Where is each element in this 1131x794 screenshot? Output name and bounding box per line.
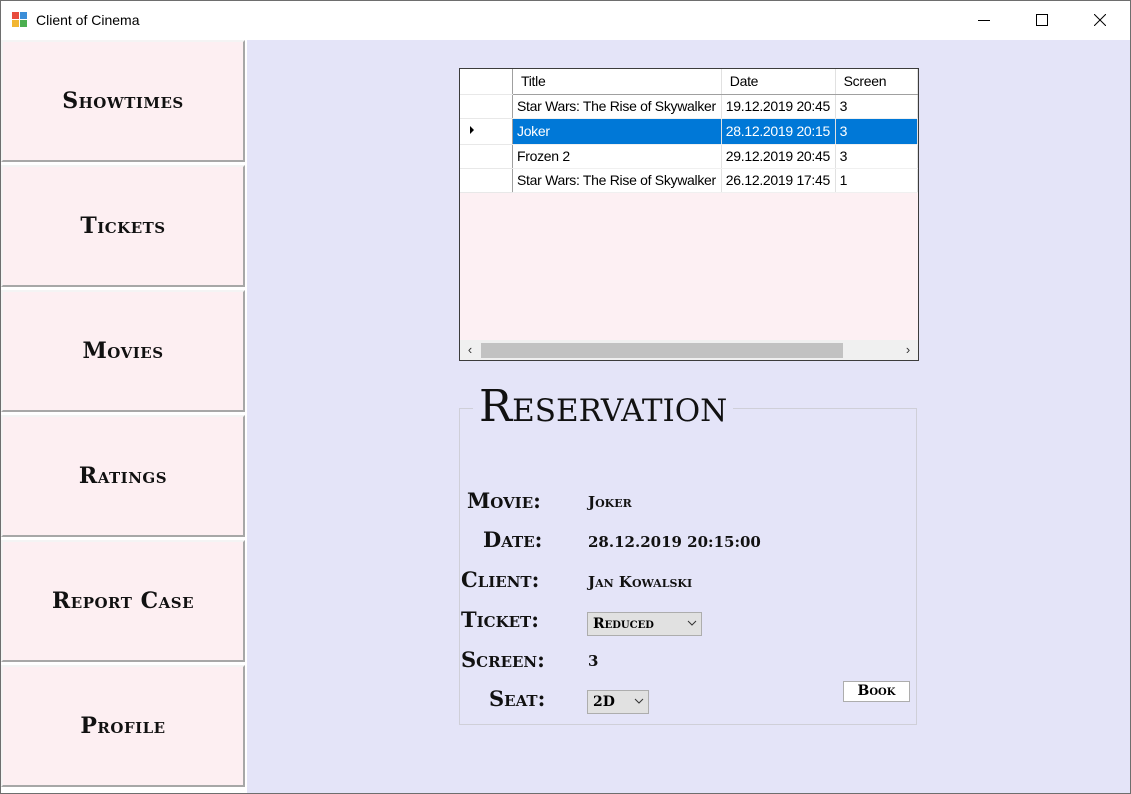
window-title: Client of Cinema <box>36 12 140 28</box>
book-button[interactable]: Book <box>843 681 910 702</box>
seat-select[interactable]: 2D <box>587 690 649 714</box>
maximize-button[interactable] <box>1013 1 1071 40</box>
client-value: Jan Kowalski <box>588 573 693 591</box>
table-row[interactable]: Star Wars: The Rise of Skywalker 19.12.2… <box>460 94 918 119</box>
ticket-type-selected: Reduced <box>593 616 654 632</box>
movie-label: Movie: <box>467 488 541 513</box>
client-label: Client: <box>461 567 540 592</box>
row-header[interactable] <box>460 118 513 145</box>
showtimes-grid[interactable]: Title Date Screen Star Wars: The Rise of… <box>459 68 919 361</box>
table-row[interactable]: Star Wars: The Rise of Skywalker 26.12.2… <box>460 168 918 193</box>
tickets-button[interactable]: Tickets <box>1 165 245 287</box>
chevron-down-icon <box>687 620 697 626</box>
cell-title[interactable]: Star Wars: The Rise of Skywalker <box>512 94 722 119</box>
cell-screen[interactable]: 3 <box>835 94 918 119</box>
maximize-icon <box>1036 14 1048 26</box>
seat-label: Seat: <box>489 686 546 711</box>
row-header[interactable] <box>460 168 513 193</box>
grid-header-row: Title Date Screen <box>460 69 918 95</box>
movies-button[interactable]: Movies <box>1 290 245 412</box>
row-header[interactable] <box>460 144 513 169</box>
close-icon <box>1094 14 1106 26</box>
cell-date[interactable]: 26.12.2019 17:45 <box>721 168 836 193</box>
table-row-selected[interactable]: Joker 28.12.2019 20:15 3 <box>460 118 918 145</box>
cell-title[interactable]: Joker <box>512 118 722 145</box>
app-icon <box>12 12 28 28</box>
close-button[interactable] <box>1071 1 1129 40</box>
date-value: 28.12.2019 20:15:00 <box>588 533 761 551</box>
scrollbar-thumb[interactable] <box>481 343 843 358</box>
chevron-down-icon <box>634 698 644 704</box>
app-window: Client of Cinema Showtimes Tickets Movie… <box>0 0 1131 794</box>
column-header-title[interactable]: Title <box>512 69 722 95</box>
ticket-label: Ticket: <box>461 607 539 632</box>
cell-screen[interactable]: 1 <box>835 168 918 193</box>
seat-selected: 2D <box>593 694 615 710</box>
scroll-left-icon[interactable]: ‹ <box>460 340 480 360</box>
title-bar[interactable]: Client of Cinema <box>1 1 1130 40</box>
column-header-screen[interactable]: Screen <box>835 69 918 95</box>
cell-title[interactable]: Frozen 2 <box>512 144 722 169</box>
minimize-icon <box>978 20 990 21</box>
cell-screen[interactable]: 3 <box>835 118 918 145</box>
column-header-date[interactable]: Date <box>721 69 836 95</box>
row-header[interactable] <box>460 94 513 119</box>
sidebar: Showtimes Tickets Movies Ratings Report … <box>1 40 247 793</box>
ticket-type-select[interactable]: Reduced <box>587 612 702 636</box>
current-row-arrow-icon <box>470 125 474 134</box>
scroll-right-icon[interactable]: › <box>898 340 918 360</box>
cell-title[interactable]: Star Wars: The Rise of Skywalker <box>512 168 722 193</box>
cell-date[interactable]: 29.12.2019 20:45 <box>721 144 836 169</box>
table-row[interactable]: Frozen 2 29.12.2019 20:45 3 <box>460 144 918 169</box>
cell-date[interactable]: 19.12.2019 20:45 <box>721 94 836 119</box>
showtimes-button[interactable]: Showtimes <box>1 40 245 162</box>
row-header-corner <box>460 69 513 95</box>
profile-button[interactable]: Profile <box>1 665 245 787</box>
movie-value: Joker <box>588 493 632 511</box>
reservation-title: Reservation <box>473 381 734 433</box>
screen-label: Screen: <box>461 647 545 672</box>
date-label: Date: <box>483 527 543 552</box>
horizontal-scrollbar[interactable]: ‹ › <box>460 340 918 360</box>
minimize-button[interactable] <box>955 1 1013 40</box>
cell-date[interactable]: 28.12.2019 20:15 <box>721 118 836 145</box>
report-case-button[interactable]: Report Case <box>1 540 245 662</box>
ratings-button[interactable]: Ratings <box>1 415 245 537</box>
cell-screen[interactable]: 3 <box>835 144 918 169</box>
screen-value: 3 <box>588 652 599 670</box>
